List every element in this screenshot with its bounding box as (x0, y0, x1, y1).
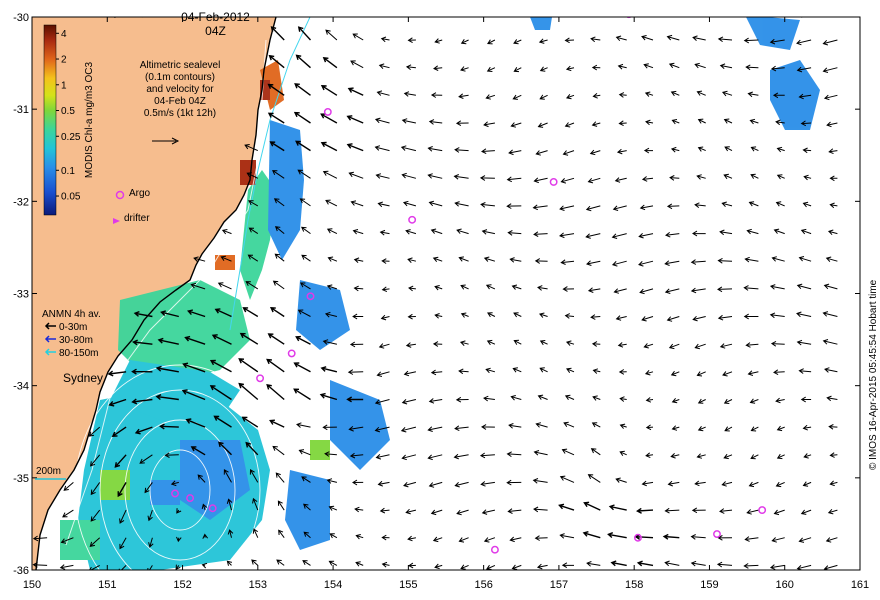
y-tick-label: -35 (13, 473, 29, 485)
map-title: 04-Feb-2012 04Z (168, 10, 263, 38)
velocity-arrow (563, 10, 574, 15)
velocity-arrow (58, 11, 74, 16)
velocity-note-line: Altimetric sealevel (139, 60, 221, 71)
y-tick-label: -33 (13, 289, 29, 301)
velocity-arrow (487, 12, 495, 16)
colorbar-tick-label: 2 (61, 55, 67, 66)
velocity-note-line: 04-Feb 04Z (154, 96, 206, 107)
colorbar-title: MODIS Chl-a mg/m3 OC3 (84, 61, 95, 178)
isobath-label: 200m (36, 466, 62, 477)
y-tick-label: -36 (13, 565, 29, 577)
colorbar-tick-label: 0.25 (61, 132, 81, 143)
depth-label: 30-80m (59, 335, 93, 346)
colorbar-tick-label: 0.1 (61, 166, 75, 177)
velocity-arrow (409, 11, 416, 16)
x-tick-label: 159 (700, 579, 718, 591)
velocity-arrow (32, 10, 48, 15)
velocity-note-line: (0.1m contours) (144, 72, 216, 83)
colorbar-tick-label: 0.05 (61, 192, 81, 203)
depth-label: 0-30m (59, 322, 88, 333)
velocity-arrow (435, 12, 442, 17)
velocity-arrow (538, 11, 548, 16)
x-tick-label: 155 (399, 579, 417, 591)
velocity-arrow (718, 10, 732, 15)
velocity-arrow (140, 17, 143, 18)
velocity-arrow (774, 17, 776, 18)
velocity-note-line: and velocity for (146, 84, 214, 95)
velocity-arrow (666, 8, 680, 13)
x-tick-label: 151 (98, 579, 116, 591)
y-tick-label: -30 (13, 12, 29, 24)
depth-label: 80-150m (59, 348, 99, 359)
velocity-note: Altimetric sealevel (0.1m contours) and … (130, 60, 230, 120)
velocity-arrow (640, 8, 653, 13)
colorbar-tick-label: 1 (61, 80, 67, 91)
colorbar-gradient (43, 24, 57, 216)
x-tick-label: 161 (851, 579, 869, 591)
time-label: 04Z (205, 24, 226, 38)
velocity-arrow (274, 0, 284, 12)
colorbar-tick-label: 4 (61, 29, 67, 40)
x-tick-label: 150 (23, 579, 41, 591)
colorbar-tick-label: 0.5 (61, 106, 75, 117)
velocity-arrow (355, 7, 364, 12)
y-tick-label: -31 (13, 104, 29, 116)
x-tick-label: 158 (625, 579, 643, 591)
city-label-sydney: Sydney (63, 371, 104, 385)
y-tick-label: -34 (13, 381, 29, 393)
velocity-arrow (301, 0, 311, 12)
velocity-arrow (827, 17, 830, 18)
drifter-legend-label: drifter (124, 213, 150, 224)
velocity-arrow (87, 17, 89, 18)
y-tick-label: -32 (13, 196, 29, 208)
x-tick-label: 154 (324, 579, 342, 591)
argo-legend-label: Argo (129, 188, 151, 199)
velocity-note-line: 0.5m/s (1kt 12h) (143, 108, 217, 119)
velocity-arrow (589, 9, 600, 14)
date-label: 04-Feb-2012 (181, 10, 250, 24)
x-tick-label: 153 (249, 579, 267, 591)
velocity-arrow (328, 3, 337, 13)
velocity-arrow (692, 9, 706, 14)
x-tick-label: 157 (550, 579, 568, 591)
velocity-arrow (512, 12, 521, 17)
velocity-arrow (461, 12, 469, 16)
velocity-arrow (614, 8, 626, 13)
velocity-arrow (744, 11, 758, 16)
x-tick-label: 152 (173, 579, 191, 591)
velocity-arrow (383, 10, 390, 15)
anmn-title: ANMN 4h av. (42, 309, 101, 320)
x-tick-label: 160 (776, 579, 794, 591)
anmn-legend: ANMN 4h av. 0-30m 30-80m 80-150m (42, 308, 101, 360)
argo-float-marker (626, 17, 632, 19)
credit-text: © IMOS 16-Apr-2015 05:45:54 Hobart time (868, 279, 879, 470)
x-tick-label: 156 (474, 579, 492, 591)
